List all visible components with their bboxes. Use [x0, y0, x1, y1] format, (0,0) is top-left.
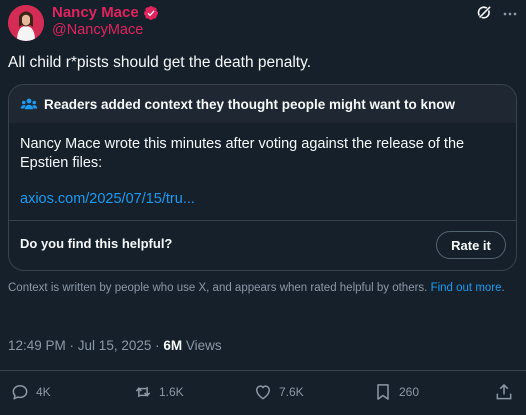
community-note: Readers added context they thought peopl… — [8, 84, 517, 271]
divider — [9, 220, 516, 221]
profile-photo-icon — [8, 5, 44, 41]
people-icon — [20, 98, 38, 110]
like-button[interactable]: 7.6K — [253, 382, 304, 402]
views-count: 6M — [163, 338, 183, 353]
bookmark-button[interactable]: 260 — [373, 382, 419, 402]
bookmark-icon — [377, 384, 389, 400]
action-bar: 4K 1.6K 7.6K 260 — [0, 382, 526, 406]
author-name-text: Nancy Mace — [52, 4, 139, 21]
more-icon[interactable] — [502, 6, 518, 22]
community-note-header: Readers added context they thought peopl… — [9, 85, 516, 123]
community-note-title: Readers added context they thought peopl… — [44, 96, 456, 112]
reply-button[interactable]: 4K — [10, 382, 51, 402]
rate-it-button[interactable]: Rate it — [436, 231, 506, 259]
find-out-more-link[interactable]: Find out more — [431, 282, 502, 294]
share-icon — [496, 384, 512, 400]
repost-count: 1.6K — [159, 385, 184, 399]
avatar[interactable] — [8, 5, 44, 41]
tweet-meta: 12:49 PM · Jul 15, 2025 · 6M Views — [8, 338, 222, 353]
author-name[interactable]: Nancy Mace — [52, 4, 159, 21]
repost-button[interactable]: 1.6K — [133, 382, 184, 402]
helpful-question: Do you find this helpful? — [20, 236, 173, 251]
reply-count: 4K — [36, 385, 51, 399]
repost-icon — [135, 387, 151, 397]
reply-icon — [12, 385, 28, 400]
context-footer-text: Context is written by people who use X, … — [8, 282, 428, 294]
tweet: Nancy Mace @NancyMace All child r*pists … — [0, 0, 526, 415]
verified-badge-icon — [143, 5, 158, 20]
heart-icon — [256, 385, 270, 400]
community-note-link[interactable]: axios.com/2025/07/15/tru... — [20, 191, 195, 207]
divider — [0, 370, 526, 371]
like-count: 7.6K — [279, 385, 304, 399]
views-label: Views — [185, 338, 222, 353]
bookmark-count: 260 — [399, 385, 420, 399]
tweet-time[interactable]: 12:49 PM — [8, 338, 66, 353]
grok-icon[interactable] — [476, 4, 493, 21]
share-button[interactable] — [494, 382, 514, 402]
tweet-text: All child r*pists should get the death p… — [8, 54, 312, 71]
author-handle[interactable]: @NancyMace — [52, 22, 143, 38]
community-note-body: Nancy Mace wrote this minutes after voti… — [20, 136, 465, 171]
context-footer: Context is written by people who use X, … — [8, 282, 505, 294]
tweet-date[interactable]: Jul 15, 2025 — [78, 338, 152, 353]
